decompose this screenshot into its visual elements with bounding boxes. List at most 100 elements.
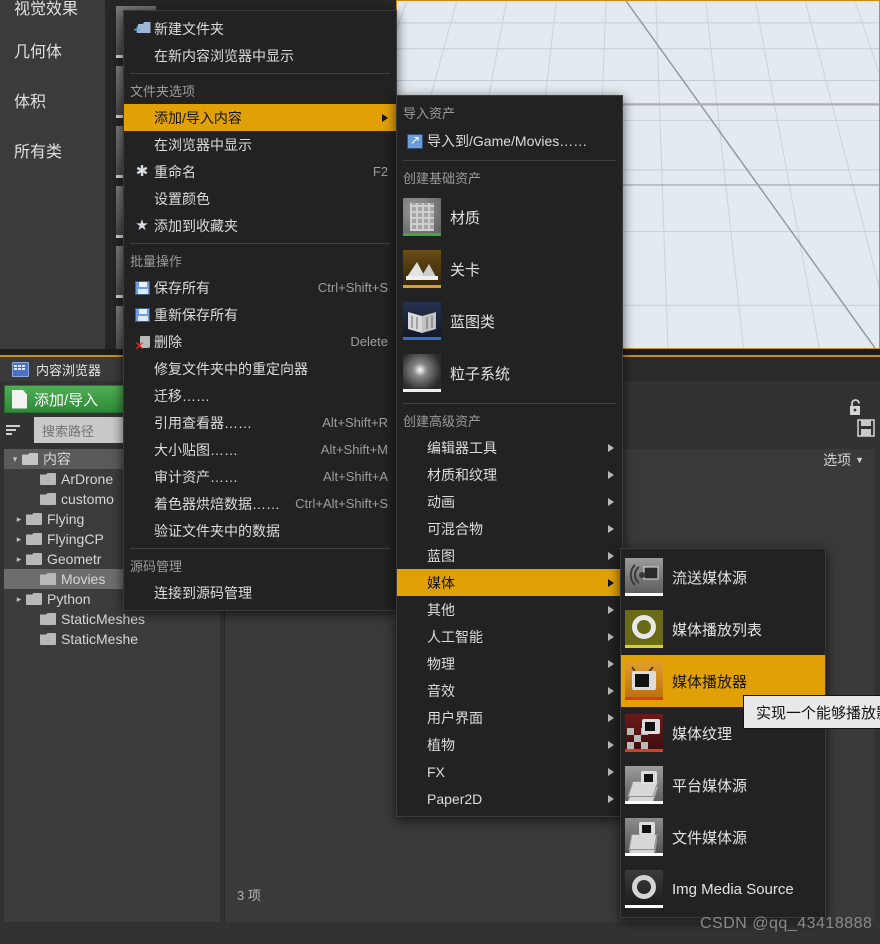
menu-item-particle-system[interactable]: 粒子系统 (397, 347, 622, 399)
menu-item-artificial-intelligence[interactable]: 人工智能 (397, 623, 622, 650)
delete-icon: ✕ (130, 335, 154, 352)
menu-item-label: 材质 (450, 209, 481, 227)
menu-item-shortcut: Alt+Shift+R (322, 415, 388, 430)
menu-item-label: 平台媒体源 (672, 777, 748, 795)
twisty-icon[interactable]: ▸ (12, 514, 26, 525)
menu-item-label: 验证文件夹中的数据 (154, 522, 280, 539)
menu-item-stream-media-source[interactable]: 流送媒体源 (621, 551, 825, 603)
menu-item-rename[interactable]: ✱ 重命名 F2 (124, 158, 396, 185)
folder-icon (40, 633, 56, 645)
menu-item-validate-data-in-folder[interactable]: 验证文件夹中的数据 (124, 517, 396, 544)
menu-item-audit-assets[interactable]: 审计资产…… Alt+Shift+A (124, 463, 396, 490)
menu-item-media[interactable]: 媒体 (397, 569, 622, 596)
menu-item-connect-to-source-control[interactable]: 连接到源码管理 (124, 579, 396, 606)
place-category-geometry[interactable]: 几何体 (0, 28, 105, 78)
media-texture-thumb (625, 714, 663, 752)
menu-item-resave-all[interactable]: 重新保存所有 (124, 301, 396, 328)
menu-item-add-import-content[interactable]: 添加/导入内容 (124, 104, 396, 131)
menu-item-level[interactable]: 关卡 (397, 243, 622, 295)
save-icon[interactable] (856, 417, 876, 439)
menu-item-label: 文件媒体源 (672, 829, 748, 847)
tree-item-staticmeshe[interactable]: StaticMeshe (4, 629, 220, 649)
menu-item-shader-cook-statistics[interactable]: 着色器烘焙数据…… Ctrl+Alt+Shift+S (124, 490, 396, 517)
menu-item-shortcut: Ctrl+Alt+Shift+S (295, 496, 388, 511)
menu-item-platform-media-source[interactable]: 平台媒体源 (621, 759, 825, 811)
menu-item-blendables[interactable]: 可混合物 (397, 515, 622, 542)
tv-shape (641, 771, 657, 784)
menu-item-physics[interactable]: 物理 (397, 650, 622, 677)
menu-item-label: 编辑器工具 (427, 439, 497, 456)
twisty-icon[interactable]: ▸ (12, 554, 26, 565)
menu-item-set-color[interactable]: 设置颜色 (124, 185, 396, 212)
submenu-arrow-icon (608, 470, 614, 479)
menu-item-animation[interactable]: 动画 (397, 488, 622, 515)
menu-item-fx[interactable]: FX (397, 758, 622, 785)
menu-item-materials-and-textures[interactable]: 材质和纹理 (397, 461, 622, 488)
menu-item-save-all[interactable]: 保存所有 Ctrl+Shift+S (124, 274, 396, 301)
menu-separator (403, 403, 616, 404)
menu-item-material[interactable]: 材质 (397, 191, 622, 243)
menu-item-editor-utilities[interactable]: 编辑器工具 (397, 434, 622, 461)
menu-item-show-in-explorer[interactable]: 在浏览器中显示 (124, 131, 396, 158)
filter-icon[interactable] (6, 420, 28, 440)
twisty-icon[interactable]: ▸ (12, 534, 26, 545)
menu-item-sounds[interactable]: 音效 (397, 677, 622, 704)
menu-item-label: 植物 (427, 736, 455, 753)
folder-context-menu[interactable]: + 新建文件夹 在新内容浏览器中显示 文件夹选项 添加/导入内容 在浏览器中显示… (123, 10, 397, 611)
menu-item-blueprints[interactable]: 蓝图 (397, 542, 622, 569)
menu-item-label: 着色器烘焙数据…… (154, 495, 280, 512)
menu-item-fix-up-redirectors[interactable]: 修复文件夹中的重定向器 (124, 355, 396, 382)
place-category-visual-effects[interactable]: 视觉效果 (0, 0, 105, 28)
view-options-button[interactable]: 选项 ▼ (823, 450, 864, 470)
menu-item-import-to-game-movies[interactable]: 导入到/Game/Movies…… (397, 126, 622, 156)
tree-item-staticmeshes[interactable]: StaticMeshes (4, 609, 220, 629)
menu-item-file-media-source[interactable]: 文件媒体源 (621, 811, 825, 863)
menu-item-delete[interactable]: ✕ 删除 Delete (124, 328, 396, 355)
submenu-arrow-icon (608, 497, 614, 506)
submenu-arrow-icon (608, 578, 614, 587)
menu-item-label: Img Media Source (672, 880, 794, 898)
menu-item-add-to-favorites[interactable]: ★ 添加到收藏夹 (124, 212, 396, 239)
menu-item-label: 粒子系统 (450, 365, 511, 383)
menu-item-label: 重命名 (154, 163, 196, 180)
menu-separator (130, 548, 390, 549)
menu-item-label: 大小贴图…… (154, 441, 238, 458)
menu-item-misc[interactable]: 其他 (397, 596, 622, 623)
menu-item-paper2d[interactable]: Paper2D (397, 785, 622, 812)
menu-separator (130, 73, 390, 74)
content-browser-icon (12, 361, 29, 377)
folder-icon (40, 493, 56, 505)
menu-separator (403, 160, 616, 161)
level-thumb (403, 250, 441, 288)
media-submenu[interactable]: 流送媒体源 媒体播放列表 媒体播放器 媒体纹理 平台媒体源 文件媒体源 Img … (620, 548, 826, 918)
tree-item-label: Flying (47, 511, 85, 527)
menu-item-new-folder[interactable]: + 新建文件夹 (124, 15, 396, 42)
menu-item-user-interface[interactable]: 用户界面 (397, 704, 622, 731)
tab-content-browser[interactable]: 内容浏览器 (0, 357, 140, 381)
menu-item-migrate[interactable]: 迁移…… (124, 382, 396, 409)
place-category-all-classes[interactable]: 所有类 (0, 128, 105, 178)
menu-item-shortcut: Alt+Shift+M (320, 442, 388, 457)
lock-icon[interactable] (848, 399, 864, 416)
media-player-thumb (625, 662, 663, 700)
menu-item-foliage[interactable]: 植物 (397, 731, 622, 758)
add-import-submenu[interactable]: 导入资产 导入到/Game/Movies…… 创建基础资产 材质 关卡 (396, 95, 623, 817)
tv-shape (632, 671, 656, 690)
menu-item-label: 连接到源码管理 (154, 584, 252, 601)
page-plus-icon (12, 389, 27, 409)
place-actors-panel: 视觉效果 几何体 体积 所有类 (0, 0, 105, 349)
twisty-icon[interactable]: ▸ (12, 594, 26, 605)
add-import-button[interactable]: 添加/导入 (4, 385, 132, 413)
menu-item-reference-viewer[interactable]: 引用查看器…… Alt+Shift+R (124, 409, 396, 436)
menu-item-media-playlist[interactable]: 媒体播放列表 (621, 603, 825, 655)
menu-item-blueprint-class[interactable]: 蓝图类 (397, 295, 622, 347)
menu-item-img-media-source[interactable]: Img Media Source (621, 863, 825, 915)
menu-item-show-in-new-content-browser[interactable]: 在新内容浏览器中显示 (124, 42, 396, 69)
twisty-icon[interactable]: ▾ (8, 454, 22, 465)
submenu-arrow-icon (382, 113, 388, 122)
menu-item-size-map[interactable]: 大小贴图…… Alt+Shift+M (124, 436, 396, 463)
tv-shape (642, 719, 660, 734)
menu-item-label: 蓝图类 (450, 313, 496, 331)
menu-item-label: 关卡 (450, 261, 481, 279)
place-category-volumes[interactable]: 体积 (0, 78, 105, 128)
